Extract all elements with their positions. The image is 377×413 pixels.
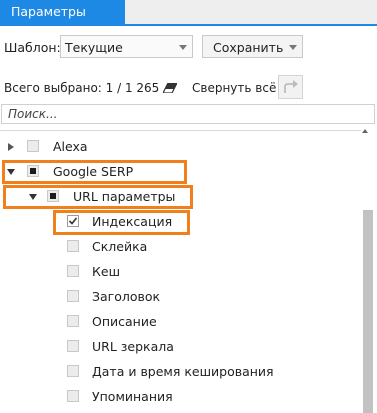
divider [0, 130, 361, 131]
save-button-label: Сохранить [213, 40, 284, 55]
tree-node-label: Alexa [53, 139, 88, 154]
checkbox-skleyka[interactable] [67, 240, 79, 252]
checkbox-description[interactable] [67, 315, 79, 327]
template-select[interactable]: Текущие [60, 35, 193, 58]
chevron-down-icon [179, 45, 187, 50]
tree-node-cache-date[interactable]: Дата и время кеширования [0, 360, 361, 384]
checkbox-cache[interactable] [67, 265, 79, 277]
collapse-all-link[interactable]: Свернуть всё [192, 81, 276, 95]
checkbox-cache-date[interactable] [67, 365, 79, 377]
redo-button[interactable] [278, 75, 303, 99]
save-dropdown-chevron-icon[interactable] [289, 45, 297, 50]
tree-node-label: Описание [92, 314, 157, 329]
tree-node-mirror-url[interactable]: URL зеркала [0, 335, 361, 359]
tree-node-label: Заголовок [92, 289, 161, 304]
checkbox-alexa[interactable] [27, 140, 39, 152]
scrollbar-thumb[interactable] [363, 210, 373, 413]
tree-node-label: Дата и время кеширования [92, 364, 274, 379]
expand-arrow-icon[interactable] [8, 143, 14, 151]
checkbox-mentions[interactable] [67, 390, 79, 402]
tab-parameters[interactable]: Параметры [0, 0, 125, 24]
tree-node-label: Упоминания [92, 389, 173, 404]
tree-node-mentions[interactable]: Упоминания [0, 385, 361, 409]
selected-count: Всего выбрано: 1 / 1 265 [4, 81, 160, 95]
template-select-value: Текущие [65, 40, 123, 55]
search-input[interactable] [2, 105, 374, 123]
scroll-up-arrow-icon[interactable] [362, 129, 368, 133]
tree-node-label: Склейка [92, 239, 148, 254]
tab-bar: Параметры [0, 0, 377, 26]
checkbox-title[interactable] [67, 290, 79, 302]
tree-node-description[interactable]: Описание [0, 310, 361, 334]
tree-node-label: Кеш [92, 264, 121, 279]
checkbox-mirror-url[interactable] [67, 340, 79, 352]
tree-node-cache[interactable]: Кеш [0, 260, 361, 284]
highlight-google-serp [2, 160, 187, 184]
tree-node-label: URL зеркала [92, 339, 174, 354]
eraser-icon[interactable] [162, 82, 178, 96]
tree-node-skleyka[interactable]: Склейка [0, 235, 361, 259]
summary-row: Всего выбрано: 1 / 1 265 Свернуть всё [0, 74, 377, 100]
tree-node-title[interactable]: Заголовок [0, 285, 361, 309]
highlight-indexing [53, 210, 190, 235]
highlight-url-params [3, 185, 193, 209]
search-box [1, 104, 375, 124]
template-label: Шаблон: [4, 40, 61, 55]
save-button[interactable]: Сохранить [202, 35, 303, 58]
template-row: Шаблон: Текущие Сохранить [0, 35, 377, 59]
tree-node-alexa[interactable]: Alexa [0, 135, 361, 159]
